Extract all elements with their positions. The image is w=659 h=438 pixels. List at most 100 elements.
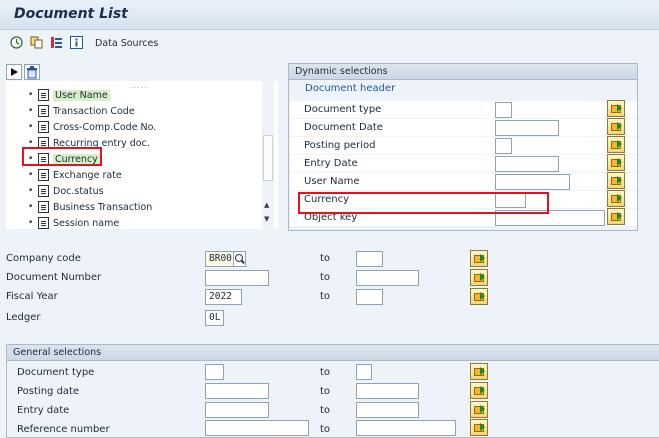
bullet: • [28,106,34,116]
dyn-row-document-date: Document Date [290,119,637,137]
bullet: • [28,202,34,212]
tree-item-label: User Name [53,89,110,101]
multiple-selection-button[interactable] [607,208,625,225]
to-label: to [320,253,331,264]
document-icon [38,105,49,117]
trash-icon [27,66,37,79]
tree-item-label: Transaction Code [53,105,135,117]
user-name-input[interactable] [495,174,570,190]
document-type-input[interactable] [495,102,512,118]
tree-item-label: Cross-Comp.Code No. [53,121,157,133]
company-code-label: Company code [6,253,81,264]
document-icon [38,89,49,101]
gs-document-type-to-input[interactable] [356,364,372,380]
splitter-dots[interactable]: ..... [130,81,148,90]
gs-reference-number-label: Reference number [17,424,110,435]
to-label: to [320,291,331,302]
multiple-selection-button[interactable] [607,100,625,117]
company-code-from-input[interactable]: BR00 [205,251,234,267]
copy-variant-icon[interactable] [30,36,43,49]
fiscal-year-to-input[interactable] [356,289,383,305]
tree-item-business-transaction[interactable]: • Business Transaction [28,199,152,215]
fiscal-year-label: Fiscal Year [6,291,58,302]
fiscal-year-from-input[interactable]: 2022 [205,289,242,305]
to-label: to [320,272,331,283]
document-date-input[interactable] [495,120,559,136]
multiple-selection-button[interactable] [470,401,488,418]
gs-entry-date-to-input[interactable] [356,402,419,418]
bullet: • [28,186,34,196]
dyn-row-entry-date: Entry Date [290,155,637,173]
search-help-icon[interactable] [234,251,246,267]
highlight-currency-row [298,192,549,214]
delete-tree-button[interactable] [24,64,40,80]
dyn-row-document-type: Document type [290,101,637,119]
document-number-to-input[interactable] [356,270,419,286]
multiple-selection-button[interactable] [470,269,488,286]
tree-item-transaction-code[interactable]: • Transaction Code [28,103,135,119]
gs-entry-date-from-input[interactable] [205,402,269,418]
gs-document-type-from-input[interactable] [205,364,224,380]
document-number-label: Document Number [6,272,102,283]
gs-posting-date-from-input[interactable] [205,383,269,399]
info-icon[interactable] [70,36,83,49]
ledger-input[interactable]: 0L [205,310,224,326]
expand-tree-button[interactable] [6,64,22,80]
document-header-label: Document header [305,83,396,94]
data-sources-button[interactable]: Data Sources [95,38,158,49]
dyn-row-user-name: User Name [290,173,637,191]
tree-item-user-name[interactable]: • User Name [28,87,110,103]
entry-date-input[interactable] [495,156,559,172]
field-label: Entry Date [304,158,358,169]
tree-item-doc-status[interactable]: • Doc.status [28,183,104,199]
multiple-selection-button[interactable] [470,250,488,267]
multiple-selection-button[interactable] [607,118,625,135]
execute-clock-icon[interactable] [10,36,23,49]
gs-reference-number-to-input[interactable] [356,420,456,436]
bullet: • [28,218,34,228]
scroll-down-icon[interactable]: ▼ [264,215,269,223]
play-icon [11,68,18,76]
multiple-selection-button[interactable] [607,136,625,153]
multiple-selection-button[interactable] [470,363,488,380]
title-bar: Document List [0,0,659,30]
document-icon [38,201,49,213]
tree-scrollbar[interactable]: ▲ ▼ [262,81,274,229]
document-number-from-input[interactable] [205,270,269,286]
gs-reference-number-from-input[interactable] [205,420,309,436]
tree-item-label: Doc.status [53,185,104,197]
multiple-selection-button[interactable] [470,288,488,305]
page-title: Document List [14,6,128,22]
general-selections-header: General selections [7,345,659,361]
gs-posting-date-to-input[interactable] [356,383,419,399]
scroll-up-icon[interactable]: ▲ [264,201,269,209]
tree-item-session-name[interactable]: • Session name [28,215,119,229]
to-label: to [320,424,331,435]
ledger-label: Ledger [6,312,41,323]
bullet: • [28,90,34,100]
posting-period-input[interactable] [495,138,512,154]
gs-document-type-label: Document type [17,367,95,378]
list-icon[interactable] [50,36,63,49]
multiple-selection-button[interactable] [607,154,625,171]
document-icon [38,185,49,197]
multiple-selection-button[interactable] [607,190,625,207]
scrollbar-thumb[interactable] [263,135,273,181]
multiple-selection-button[interactable] [607,172,625,189]
tree-item-label: Business Transaction [53,201,153,213]
application-toolbar: Data Sources [0,30,659,58]
document-icon [38,169,49,181]
document-icon [38,217,49,229]
field-label: User Name [304,176,360,187]
company-code-to-input[interactable] [356,251,383,267]
dyn-row-posting-period: Posting period [290,137,637,155]
tree-item-exchange-rate[interactable]: • Exchange rate [28,167,122,183]
to-label: to [320,405,331,416]
multiple-selection-button[interactable] [470,419,488,436]
multiple-selection-button[interactable] [470,382,488,399]
to-label: to [320,367,331,378]
tree-item-label: Exchange rate [53,169,122,181]
tree-item-cross-comp-code-no[interactable]: • Cross-Comp.Code No. [28,119,156,135]
field-label: Document type [304,104,382,115]
document-icon [38,121,49,133]
